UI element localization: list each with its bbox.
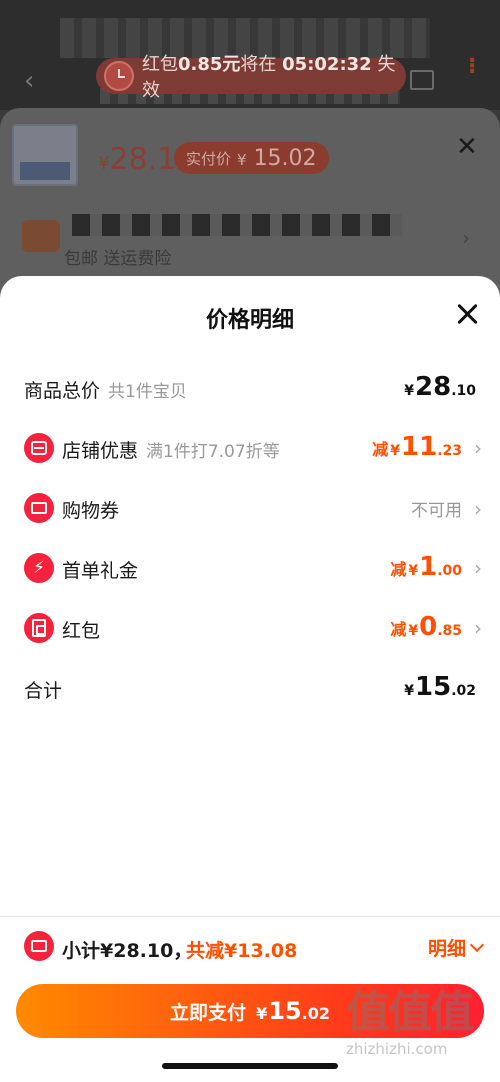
back-arrow-icon[interactable]: ‹ — [24, 66, 34, 96]
chevron-down-icon — [469, 937, 485, 952]
timer-prefix: 红包 — [142, 54, 178, 75]
row-total: 合计 ¥15.02 — [0, 668, 500, 708]
row-value: 减 ¥0.85 › — [390, 612, 482, 642]
timer-middle: 将在 — [240, 54, 277, 75]
price-detail-sheet: 价格明细 商品总价 共1件宝贝 ¥28.10 店铺优惠 满1件打7.07折等 减 ¥1… — [0, 276, 500, 1082]
row-red-packet[interactable]: 红包 减 ¥0.85 › — [0, 608, 500, 648]
row-store-discount[interactable]: 店铺优惠 满1件打7.07折等 减 ¥11.23 › — [0, 428, 500, 468]
row-first-order-gift[interactable]: ⚡ 首单礼金 减 ¥1.00 › — [0, 548, 500, 588]
more-icon[interactable]: ⁝ — [468, 54, 476, 79]
footer-divider — [0, 916, 500, 917]
ticket-icon — [24, 931, 54, 961]
total-reduction-text: 共减¥13.08 — [186, 940, 298, 962]
row-label: 购物券 — [62, 500, 120, 522]
sheet-title: 价格明细 — [205, 308, 294, 333]
blurred-address — [72, 214, 402, 236]
voucher-status: 不可用 — [411, 501, 462, 521]
close-sheet-button[interactable] — [456, 302, 480, 326]
pay-label: 立即支付 — [170, 1001, 247, 1024]
ticket-icon — [24, 493, 54, 523]
home-indicator — [162, 1063, 338, 1069]
timer-countdown: 05:02:32 — [282, 54, 372, 75]
cart-icon[interactable] — [410, 70, 434, 90]
actual-paid-badge: 实付价 ¥ 15.02 — [174, 142, 329, 174]
red-packet-expiry-banner: 红包0.85元将在 05:02:32 失效 — [96, 54, 406, 101]
chevron-right-icon: › — [474, 497, 482, 521]
row-shopping-voucher[interactable]: 购物券 不可用 › — [0, 488, 500, 528]
chevron-right-icon: › — [474, 616, 482, 640]
row-goods-total: 商品总价 共1件宝贝 ¥28.10 — [0, 368, 500, 408]
clock-icon — [104, 61, 134, 91]
chevron-right-icon: › — [474, 436, 482, 460]
chevron-right-icon: › — [474, 556, 482, 580]
row-label: 商品总价 共1件宝贝 — [24, 380, 187, 402]
watermark-logo: 值值值 — [346, 987, 474, 1038]
shipping-insurance-text: 包邮 送运费险 — [64, 249, 172, 269]
subtotal-text: 小计¥28.10， — [62, 940, 193, 962]
watermark-domain: zhizhizhi.com — [346, 1040, 448, 1058]
row-label: 店铺优惠 满1件打7.07折等 — [62, 440, 280, 462]
chevron-right-icon[interactable]: › — [462, 226, 470, 250]
watermark: 值值值 zhizhizhi.com — [346, 987, 496, 1059]
row-desc: 共1件宝贝 — [108, 382, 187, 402]
product-price: ¥28.1 — [98, 142, 177, 177]
lightning-icon: ⚡ — [24, 553, 54, 583]
row-desc: 满1件打7.07折等 — [146, 442, 280, 462]
close-icon[interactable]: ✕ — [456, 132, 478, 162]
red-packet-icon — [24, 613, 54, 643]
row-label: 红包 — [62, 620, 101, 642]
logistics-icon — [22, 220, 60, 252]
row-value: ¥15.02 — [404, 672, 476, 702]
row-label: 合计 — [24, 680, 63, 702]
row-value: 不可用 › — [411, 496, 482, 521]
store-icon — [24, 433, 54, 463]
row-value: 减 ¥11.23 › — [372, 432, 482, 462]
detail-label: 明细 — [427, 938, 466, 960]
row-value: 减 ¥1.00 › — [390, 552, 482, 582]
row-value: ¥28.10 — [404, 372, 476, 402]
row-label: 首单礼金 — [62, 560, 139, 582]
product-thumbnail — [12, 124, 78, 186]
timer-amount: 0.85元 — [178, 54, 241, 75]
detail-toggle-button[interactable]: 明细 — [427, 934, 485, 961]
pay-amount: ¥15.02 — [256, 997, 330, 1025]
